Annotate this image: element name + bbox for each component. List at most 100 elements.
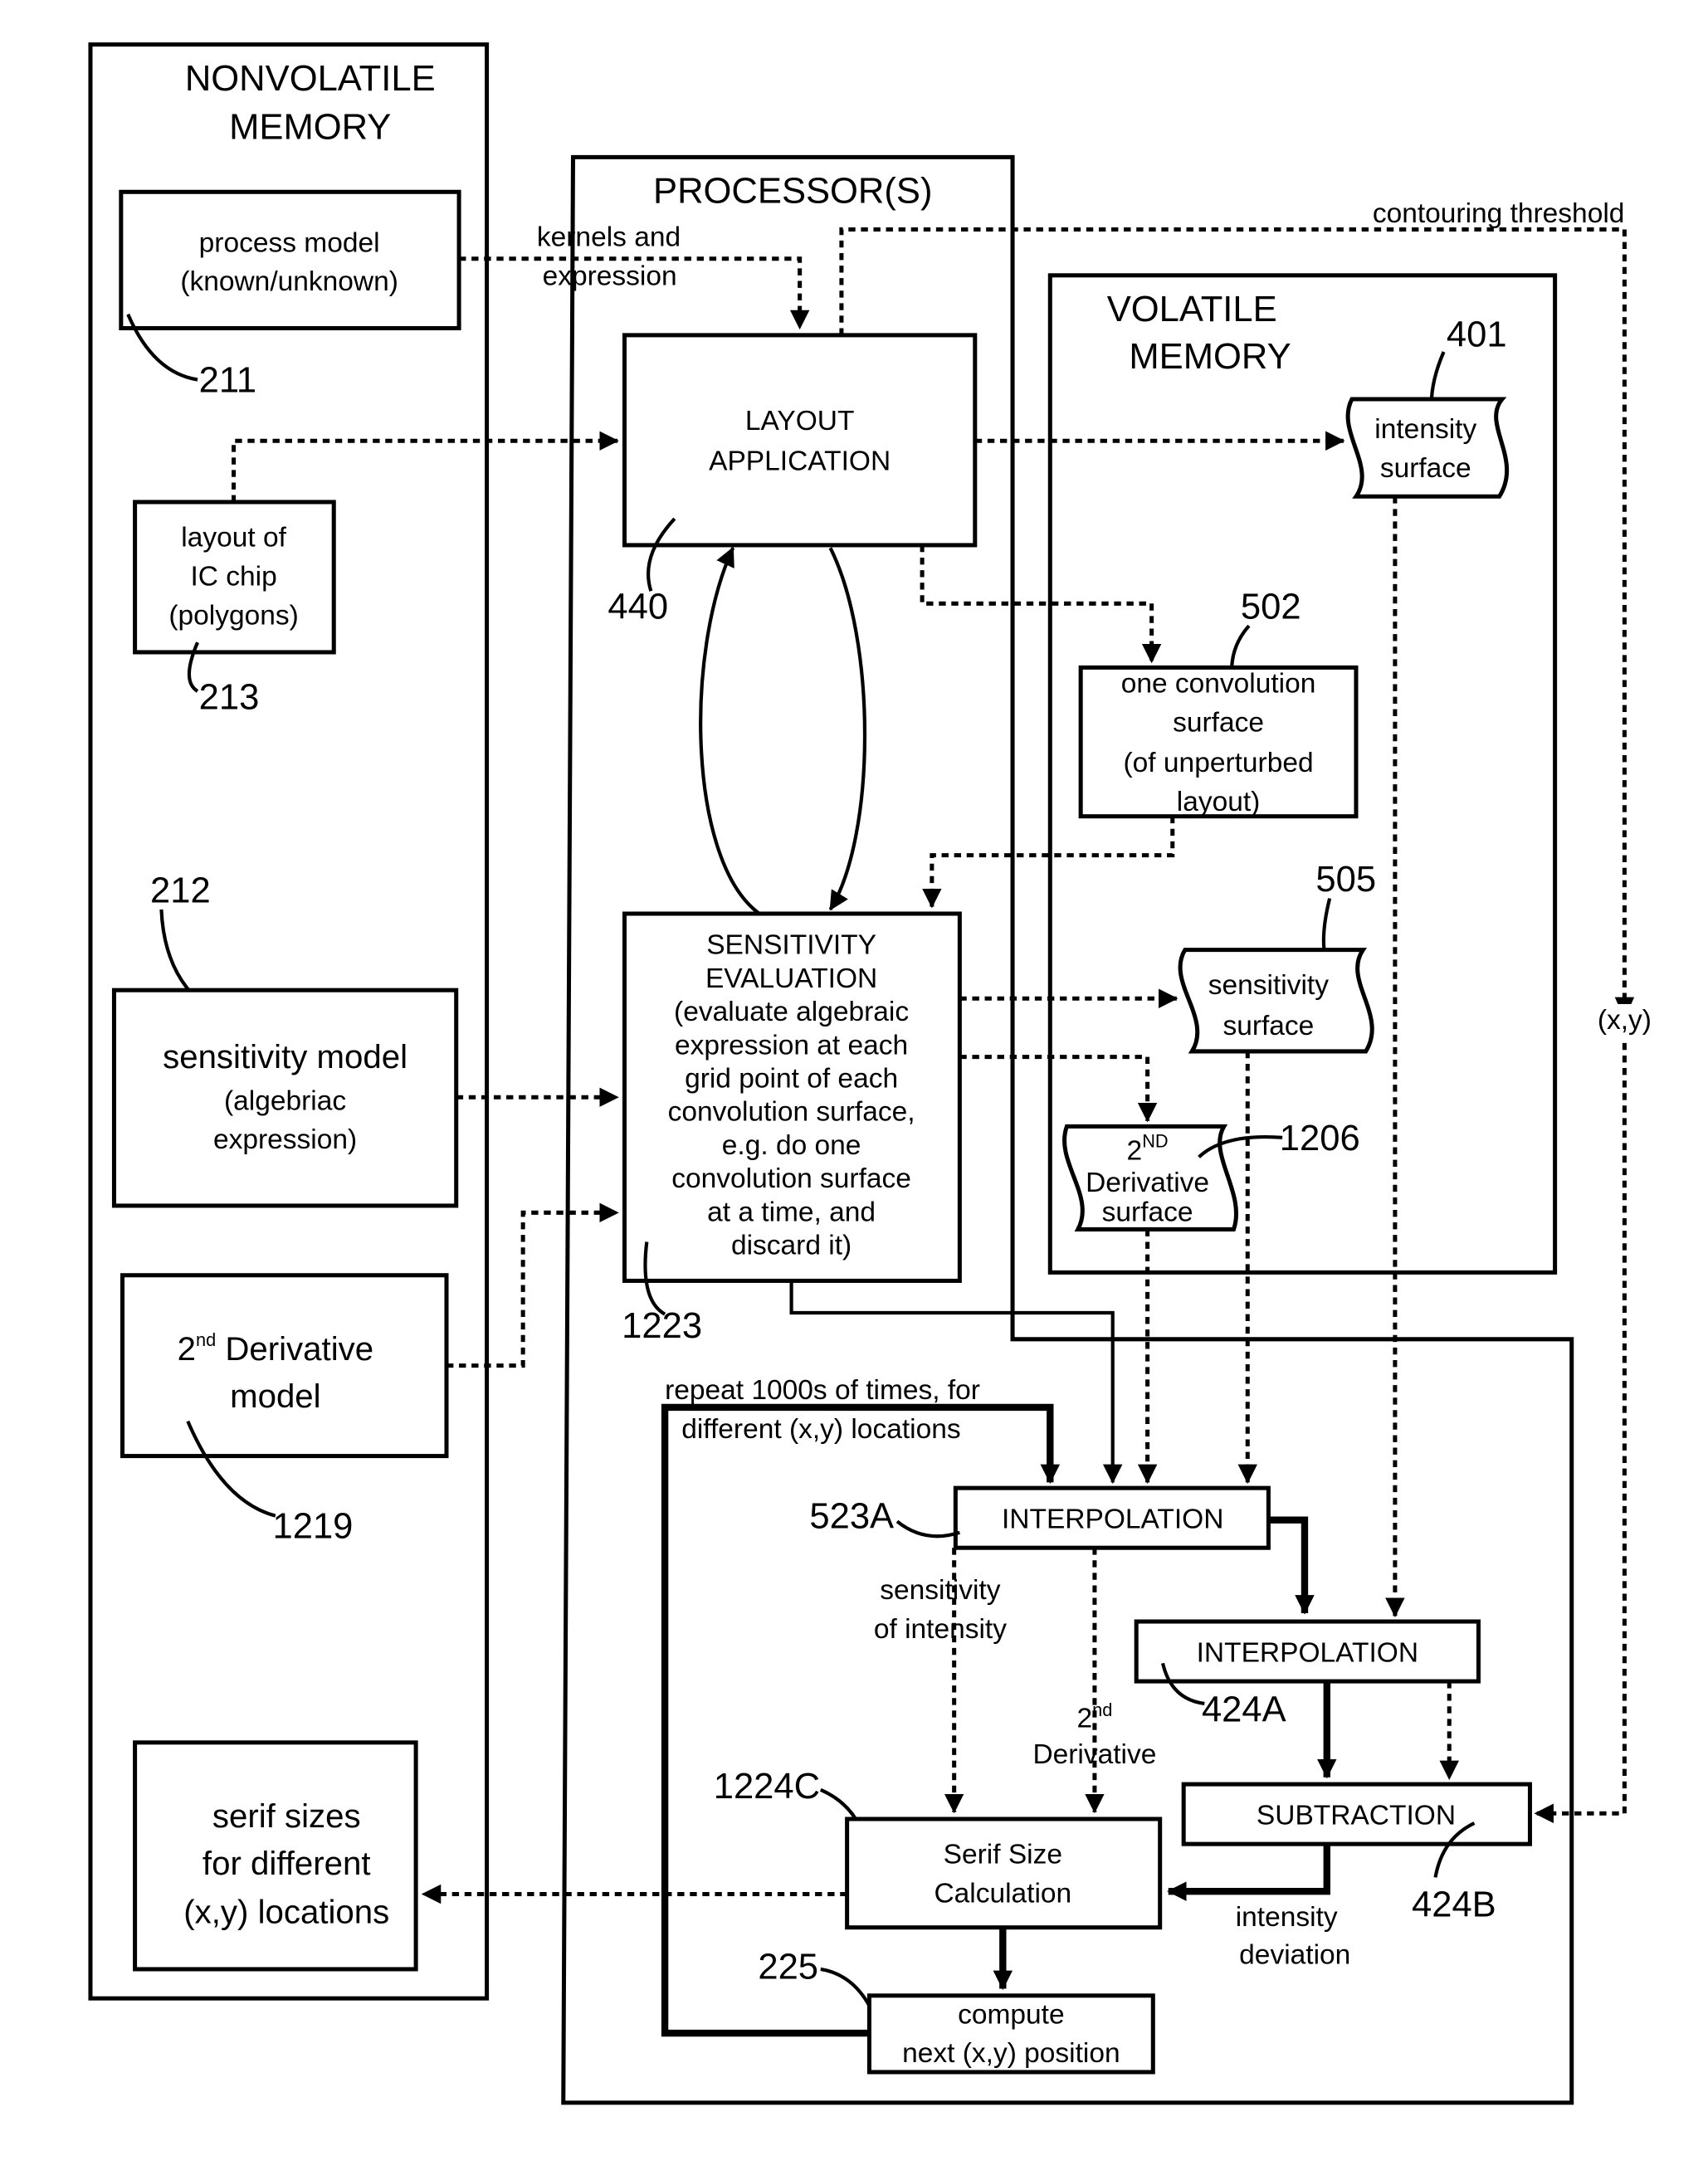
interpolation-424a-box[interactable]: INTERPOLATION — [1134, 1619, 1481, 1684]
sensitivity-surface-line2: surface — [1222, 1011, 1314, 1041]
serif-sizes-box[interactable]: serif sizes for different (x,y) location… — [133, 1740, 418, 1972]
sens-eval-line-4: grid point of each — [685, 1064, 898, 1095]
nonvolatile-title-line1: NONVOLATILE — [185, 59, 436, 99]
convolution-line1: one convolution — [1121, 669, 1316, 700]
sens-eval-line-3: expression at each — [675, 1030, 908, 1061]
process-model-line2: (known/unknown) — [180, 266, 398, 297]
edge-label-xy: (x,y) — [1598, 1005, 1652, 1036]
edge-label-kernels-line1: kernels and — [537, 222, 681, 253]
interpolation-424a-label: INTERPOLATION — [1197, 1638, 1418, 1669]
ref-401: 401 — [1447, 315, 1507, 354]
derivative-model-rest: Derivative — [216, 1330, 373, 1368]
derivative-model-sup: nd — [196, 1329, 216, 1350]
loop-label-line1: repeat 1000s of times, for — [665, 1375, 980, 1406]
sens-eval-line-1: EVALUATION — [705, 963, 877, 994]
sens-eval-line-6: e.g. do one — [722, 1130, 861, 1161]
sensitivity-model-line2: (algebriac — [224, 1085, 346, 1116]
layout-application-box[interactable]: LAYOUT APPLICATION — [622, 333, 978, 548]
ref-440: 440 — [608, 588, 668, 627]
derivative-model-line2: model — [230, 1378, 321, 1415]
subtraction-label: SUBTRACTION — [1257, 1801, 1456, 1831]
nonvolatile-title-line2: MEMORY — [229, 108, 391, 148]
volatile-title-line2: MEMORY — [1129, 337, 1291, 377]
loop-arrow-up — [699, 546, 761, 915]
serif-calc-line1: Serif Size — [944, 1840, 1062, 1870]
ref-1224c: 1224C — [714, 1767, 820, 1807]
edge-layout-app-to-convolution — [920, 544, 1162, 664]
volatile-title-line1: VOLATILE — [1107, 290, 1277, 329]
sens-eval-line-2: (evaluate algebraic — [674, 997, 909, 1027]
loop-label-line2: different (x,y) locations — [681, 1414, 960, 1445]
convolution-line2: surface — [1173, 707, 1264, 738]
sensitivity-evaluation-box[interactable]: SENSITIVITY EVALUATION (evaluate algebra… — [622, 911, 962, 1283]
edge-label-sensitivity-of-intensity-1: sensitivity — [880, 1575, 1000, 1606]
sens-eval-line-0: SENSITIVITY — [706, 930, 876, 961]
edge-label-second-derivative-2: Derivative — [1032, 1739, 1156, 1770]
derivative-model-base: 2 — [178, 1330, 196, 1368]
layout-application-line1: LAYOUT — [745, 406, 855, 436]
processor-title: PROCESSOR(S) — [653, 172, 932, 212]
convolution-line4: layout) — [1177, 787, 1261, 817]
ref-502: 502 — [1241, 588, 1301, 627]
sensitivity-model-line1: sensitivity model — [163, 1038, 407, 1075]
intensity-surface-line1: intensity — [1374, 414, 1476, 445]
ref-424b: 424B — [1412, 1885, 1496, 1924]
sensitivity-model-box[interactable]: sensitivity model (algebriac expression) — [111, 988, 459, 1208]
derivative-surface-line3: surface — [1102, 1197, 1193, 1227]
edge-label-second-derivative-base: 2 — [1076, 1703, 1092, 1734]
ref-1223: 1223 — [622, 1306, 702, 1346]
compute-next-line1: compute — [958, 1999, 1064, 2030]
serif-sizes-line2: for different — [203, 1845, 371, 1882]
sensitivity-surface[interactable]: sensitivity surface — [1178, 948, 1374, 1054]
edge-interp1-to-interp2 — [1268, 1516, 1315, 1615]
edge-subtraction-to-serif-calc — [1167, 1844, 1330, 1901]
ref-1206: 1206 — [1280, 1119, 1360, 1158]
intensity-surface[interactable]: intensity surface — [1345, 397, 1510, 499]
edge-label-intensity-deviation-1: intensity — [1236, 1902, 1338, 1933]
edge-sens-eval-to-derivative-surface — [959, 1055, 1158, 1123]
patent-flow-diagram: NONVOLATILE MEMORY process model (known/… — [88, 42, 1664, 2105]
intensity-surface-line2: surface — [1380, 453, 1471, 484]
edge-label-second-derivative-sup: nd — [1092, 1700, 1112, 1720]
derivative-surface-line2: Derivative — [1086, 1168, 1209, 1198]
layout-ic-line2: IC chip — [190, 562, 276, 593]
edge-layout-ic-to-layout-app — [232, 431, 619, 502]
ref-523a: 523A — [809, 1497, 894, 1537]
layout-ic-line1: layout of — [181, 523, 286, 554]
serif-sizes-line3: (x,y) locations — [183, 1894, 389, 1931]
derivative-surface[interactable]: 2ND Derivative surface — [1062, 1124, 1239, 1231]
serif-size-calculation-box[interactable]: Serif Size Calculation — [845, 1817, 1163, 1930]
serif-calc-line2: Calculation — [934, 1879, 1071, 1909]
edge-label-kernels-line2: expression — [543, 261, 677, 292]
sens-eval-line-8: at a time, and — [707, 1197, 876, 1227]
derivative-surface-sup: ND — [1142, 1131, 1168, 1152]
loop-block: repeat 1000s of times, for different (x,… — [661, 1375, 1532, 2075]
layout-ic-line3: (polygons) — [168, 600, 298, 631]
edge-label-contouring-threshold: contouring threshold — [1373, 198, 1625, 229]
ref-1219: 1219 — [273, 1506, 354, 1546]
interpolation-523a-box[interactable]: INTERPOLATION — [953, 1485, 1271, 1550]
derivative-surface-base: 2 — [1127, 1136, 1143, 1167]
serif-sizes-line1: serif sizes — [212, 1797, 361, 1835]
edge-label-intensity-deviation-2: deviation — [1239, 1939, 1350, 1970]
layout-ic-chip-box[interactable]: layout of IC chip (polygons) — [133, 500, 336, 655]
convolution-surface-box[interactable]: one convolution surface (of unperturbed … — [1078, 665, 1359, 819]
ref-211: 211 — [199, 361, 256, 401]
nonvolatile-memory-block: NONVOLATILE MEMORY process model (known/… — [88, 42, 490, 2001]
volatile-memory-block: VOLATILE MEMORY 401 intensity surface 50… — [1047, 273, 1558, 1275]
ref-213: 213 — [199, 678, 260, 718]
sensitivity-model-line3: expression) — [213, 1124, 357, 1155]
process-model-box[interactable]: process model (known/unknown) — [119, 189, 461, 331]
edge-label-sensitivity-of-intensity-2: of intensity — [874, 1614, 1007, 1645]
sens-eval-line-9: discard it) — [731, 1231, 852, 1261]
ref-424a: 424A — [1202, 1690, 1286, 1730]
compute-next-position-box[interactable]: compute next (x,y) position — [866, 1993, 1155, 2075]
process-model-line1: process model — [199, 227, 380, 258]
ref-leader-225 — [820, 1967, 876, 2015]
compute-next-line2: next (x,y) position — [902, 2038, 1120, 2069]
derivative-model-box[interactable]: 2nd Derivative model — [120, 1273, 449, 1459]
ref-225: 225 — [758, 1948, 818, 1987]
sensitivity-surface-line1: sensitivity — [1208, 970, 1329, 1001]
ref-505: 505 — [1315, 860, 1376, 900]
subtraction-box[interactable]: SUBTRACTION — [1181, 1782, 1532, 1846]
